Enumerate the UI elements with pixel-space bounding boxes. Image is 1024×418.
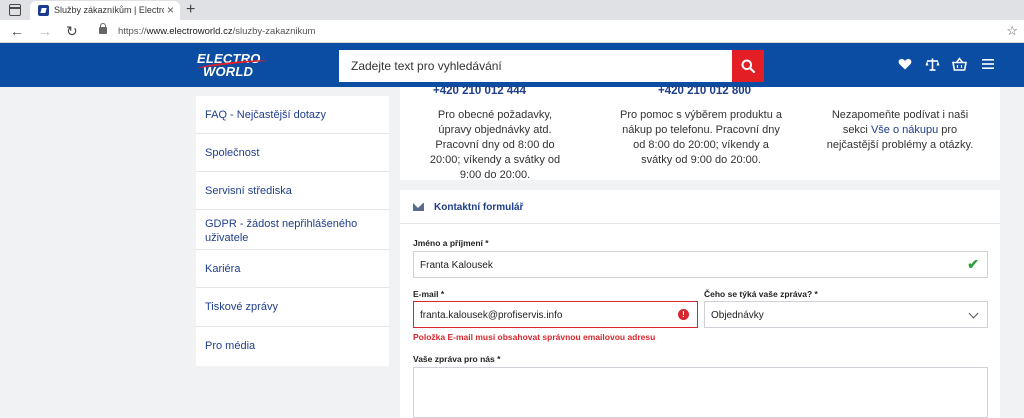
browser-tab-strip: Služby zákazníkům | Electroworld × + bbox=[0, 0, 1024, 20]
add-favorite-icon[interactable]: ☆ bbox=[1006, 23, 1018, 39]
phone-number-general[interactable]: +420 210 012 444 bbox=[433, 85, 526, 97]
sidebar-item-career[interactable]: Kariéra bbox=[196, 250, 389, 288]
contact-form: Kontaktní formulář Jméno a příjmení * Fr… bbox=[400, 190, 1000, 418]
sidebar-item-company[interactable]: Společnost bbox=[196, 134, 389, 172]
search-button[interactable] bbox=[732, 50, 764, 82]
sidebar-item-label: Společnost bbox=[205, 147, 260, 159]
topic-label: Čeho se týká vaše zpráva? * bbox=[704, 289, 818, 299]
lock-icon[interactable] bbox=[99, 23, 107, 34]
sidebar-item-faq[interactable]: FAQ - Nejčastější dotazy bbox=[196, 96, 389, 134]
url-prefix: https:// bbox=[118, 26, 147, 37]
name-value: Franta Kalousek bbox=[420, 260, 493, 271]
message-label: Vaše zpráva pro nás * bbox=[413, 354, 501, 364]
address-bar: ← → ↻ https://www.electroworld.cz/sluzby… bbox=[0, 20, 1024, 43]
contact-form-header: Kontaktní formulář bbox=[400, 190, 1000, 224]
name-field[interactable]: Franta Kalousek ✔ bbox=[413, 251, 988, 278]
url-host: www.electroworld.cz bbox=[146, 26, 233, 37]
url-path: /sluzby-zakaznikum bbox=[232, 26, 316, 37]
sidebar-item-label: FAQ - Nejčastější dotazy bbox=[205, 109, 327, 121]
basket-icon[interactable] bbox=[952, 57, 968, 73]
topic-value: Objednávky bbox=[711, 310, 764, 321]
contact-form-title: Kontaktní formulář bbox=[434, 202, 524, 213]
menu-icon[interactable] bbox=[981, 57, 997, 73]
back-arrow-icon[interactable]: ← bbox=[10, 22, 24, 40]
checkmark-icon: ✔ bbox=[967, 256, 979, 272]
sidebar-item-label: Pro média bbox=[205, 340, 256, 352]
error-icon: ! bbox=[678, 309, 689, 320]
reload-icon[interactable]: ↻ bbox=[66, 22, 78, 40]
topic-select[interactable]: Objednávky bbox=[704, 301, 988, 328]
sidebar-item-label: Kariéra bbox=[205, 263, 241, 275]
site-header: ELECTRO WORLD bbox=[0, 43, 1024, 87]
email-label: E-mail * bbox=[413, 289, 445, 299]
sidebar-item-label: GDPR - žádost nepřihlášeného uživatele bbox=[205, 218, 358, 244]
tab-close-icon[interactable]: × bbox=[167, 3, 174, 17]
search-input[interactable] bbox=[339, 50, 732, 82]
url-field[interactable]: https://www.electroworld.cz/sluzby-zakaz… bbox=[118, 26, 315, 37]
contact-info-faq-hint: Nezapomeňte podívat i naši sekci Vše o n… bbox=[820, 108, 980, 153]
sidebar-item-gdpr[interactable]: GDPR - žádost nepřihlášeného uživatele bbox=[196, 210, 389, 250]
sidebar-item-media[interactable]: Pro média bbox=[196, 327, 389, 366]
phone-number-sales[interactable]: +420 210 012 800 bbox=[658, 85, 751, 97]
email-field[interactable]: franta.kalousek@profiservis.info ! bbox=[413, 301, 698, 328]
shopping-info-link[interactable]: Vše o nákupu bbox=[871, 124, 938, 136]
electroworld-logo[interactable]: ELECTRO WORLD bbox=[196, 52, 268, 79]
sidebar-item-service-centers[interactable]: Servisní střediska bbox=[196, 172, 389, 210]
browser-tab[interactable]: Služby zákazníkům | Electroworld × bbox=[30, 1, 180, 20]
tab-title: Služby zákazníkům | Electroworld bbox=[54, 5, 164, 15]
name-label: Jméno a příjmení * bbox=[413, 238, 489, 248]
chevron-down-icon bbox=[968, 308, 979, 319]
sidebar-item-label: Tiskové zprávy bbox=[205, 301, 278, 313]
contact-info-general: Pro obecné požadavky, úpravy objednávky … bbox=[429, 109, 561, 181]
search-icon bbox=[741, 59, 755, 73]
contact-info-sales: Pro pomoc s výběrem produktu a nákup po … bbox=[619, 109, 783, 166]
tab-actions-icon[interactable] bbox=[9, 4, 21, 16]
heart-icon[interactable] bbox=[898, 57, 914, 73]
search-box bbox=[339, 50, 764, 82]
compare-icon[interactable] bbox=[925, 57, 941, 73]
message-textarea[interactable] bbox=[413, 367, 988, 418]
new-tab-button[interactable]: + bbox=[186, 0, 195, 19]
customer-service-sidebar: FAQ - Nejčastější dotazy Společnost Serv… bbox=[196, 96, 389, 366]
email-value: franta.kalousek@profiservis.info bbox=[420, 310, 563, 321]
envelope-icon bbox=[413, 203, 424, 211]
email-error-message: Položka E-mail musí obsahovat správnou e… bbox=[413, 332, 656, 342]
sidebar-item-label: Servisní střediska bbox=[205, 185, 292, 197]
forward-arrow-icon[interactable]: → bbox=[38, 22, 52, 40]
sidebar-item-press-releases[interactable]: Tiskové zprávy bbox=[196, 288, 389, 327]
site-favicon-icon bbox=[38, 5, 49, 16]
contact-info-card: +420 210 012 444 Pro obecné požadavky, ú… bbox=[400, 85, 1000, 181]
